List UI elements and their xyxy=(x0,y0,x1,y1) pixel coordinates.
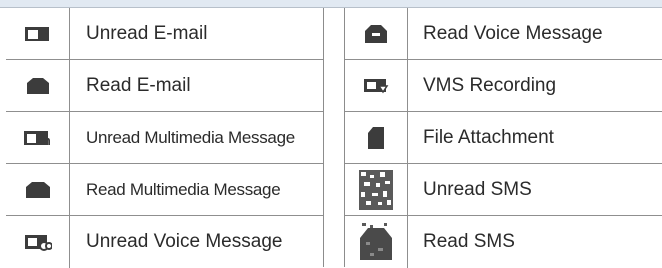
legend-row: Read Multimedia Message xyxy=(6,164,323,216)
legend-row: VMS Recording xyxy=(345,60,662,112)
read-voice-message-icon xyxy=(363,24,389,44)
legend-label: Read SMS xyxy=(423,231,515,252)
legend-label: Read Multimedia Message xyxy=(86,179,281,199)
unread-multimedia-message-icon: m xyxy=(23,129,53,147)
file-attachment-icon xyxy=(366,126,386,150)
legend-label: Unread SMS xyxy=(423,178,532,200)
read-multimedia-message-icon xyxy=(24,181,52,199)
legend-label: Unread Multimedia Message xyxy=(86,127,295,147)
legend-row: e Unread E-mail xyxy=(6,8,323,60)
legend-label: Unread E-mail xyxy=(86,22,208,44)
svg-text:e: e xyxy=(41,28,48,43)
header-bar xyxy=(0,0,662,8)
legend-row: Unread Voice Message xyxy=(6,216,323,268)
legend-row: Read Voice Message xyxy=(345,8,662,60)
legend-label: Read Voice Message xyxy=(423,22,603,44)
legend-label: Unread Voice Message xyxy=(86,231,283,252)
icon-legend-right-column: Read Voice Message VMS Recording File At… xyxy=(344,8,662,268)
legend-row: Unread SMS xyxy=(345,164,662,216)
legend-label: File Attachment xyxy=(423,126,554,148)
unread-voice-message-icon xyxy=(24,233,52,251)
legend-row: File Attachment xyxy=(345,112,662,164)
read-email-icon xyxy=(25,77,51,95)
svg-text:m: m xyxy=(39,133,51,147)
vms-recording-icon xyxy=(363,77,389,95)
legend-row: Read SMS xyxy=(345,216,662,268)
unread-email-icon: e xyxy=(24,25,52,43)
legend-row: m Unread Multimedia Message xyxy=(6,112,323,164)
unread-sms-icon xyxy=(358,169,394,211)
legend-label: VMS Recording xyxy=(423,74,557,96)
legend-label: Read E-mail xyxy=(86,74,191,96)
icon-legend-left-column: e Unread E-mail Read E-mail m Unread Mul… xyxy=(6,8,324,268)
legend-row: Read E-mail xyxy=(6,60,323,112)
read-sms-icon xyxy=(358,222,394,262)
